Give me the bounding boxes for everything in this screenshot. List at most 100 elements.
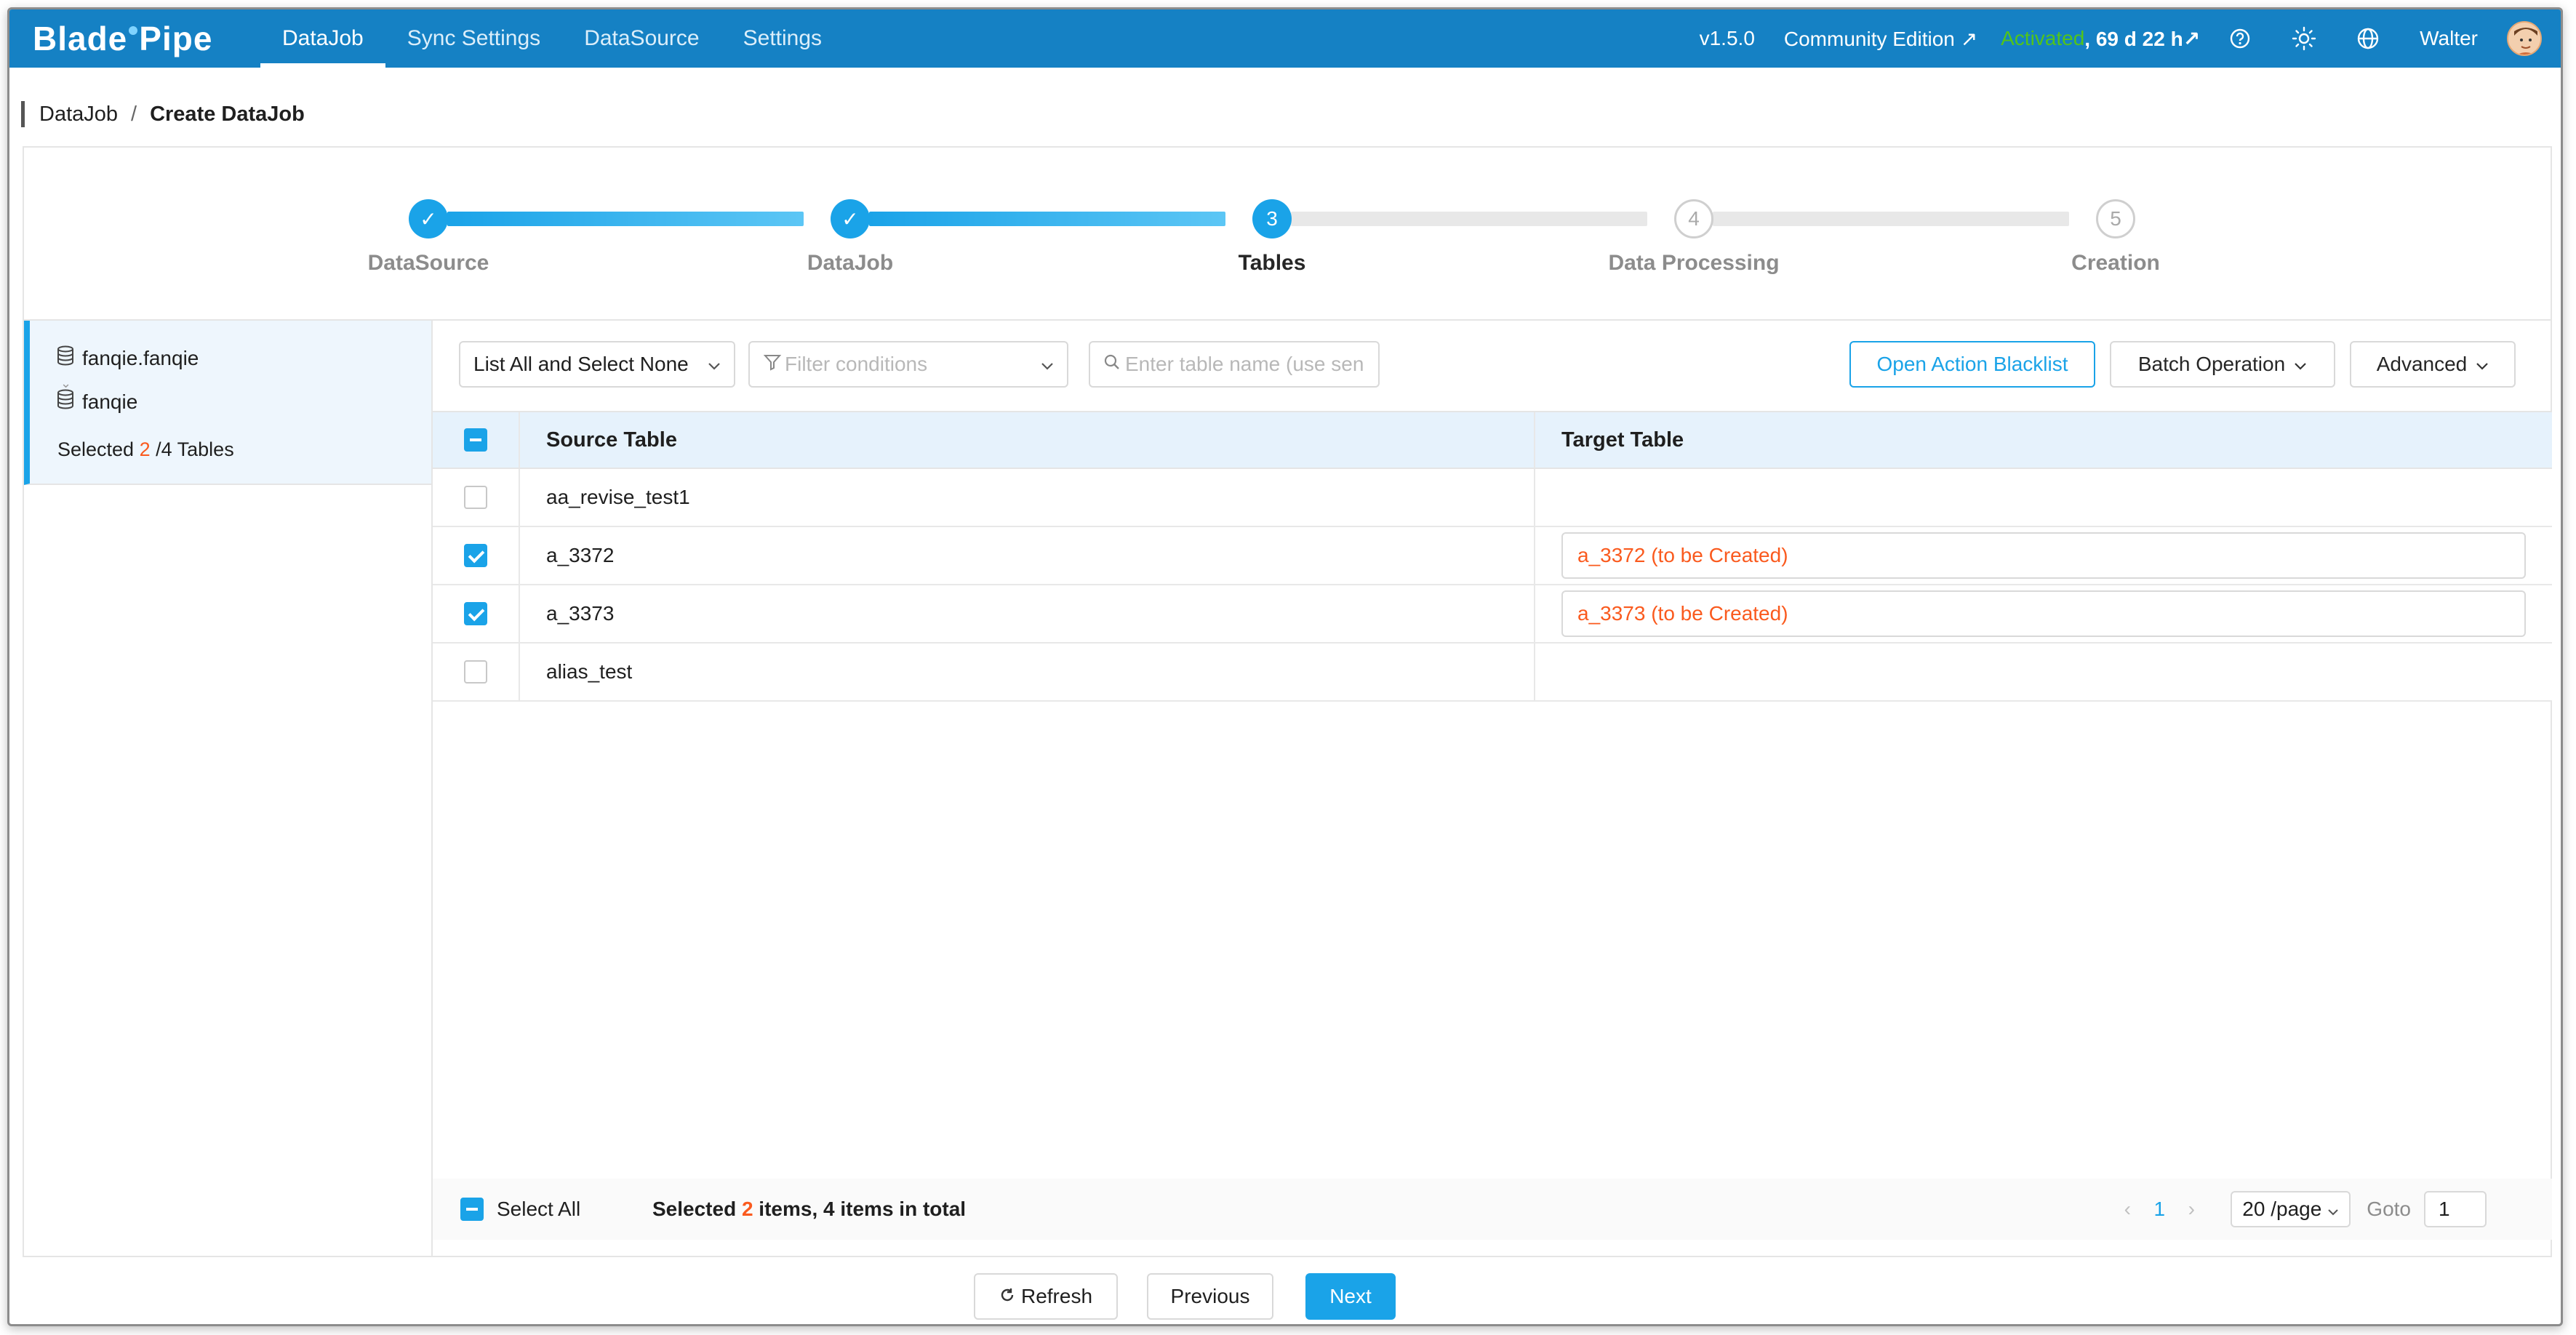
- table-header: Source Table Target Table: [433, 412, 2552, 469]
- nav-right: v1.5.0 Community Edition ↗ Activated , 6…: [1700, 9, 2561, 68]
- select-all-checkbox[interactable]: [460, 1198, 484, 1221]
- target-table-input[interactable]: a_3372 (to be Created): [1561, 532, 2526, 579]
- target-schema-row: fanqie: [56, 389, 137, 414]
- nav-menu: DataJob Sync Settings DataSource Setting…: [260, 9, 844, 68]
- create-datajob-panel: ✓ ✓ 3 4 5 DataSource DataJob Tables Data…: [23, 146, 2552, 1257]
- database-icon: [56, 345, 75, 371]
- step-3-marker: 3: [1252, 199, 1292, 238]
- row-checkbox[interactable]: [464, 486, 487, 509]
- app-window: Blade Pipe DataJob Sync Settings DataSour…: [7, 7, 2563, 1326]
- help-icon[interactable]: [2228, 26, 2252, 51]
- prev-page-icon[interactable]: ‹: [2113, 1198, 2142, 1221]
- select-all-header-checkbox[interactable]: [464, 428, 487, 452]
- target-table-cell: a_3373 (to be Created): [1535, 585, 2552, 642]
- source-table-cell: aa_revise_test1: [520, 469, 1535, 526]
- page-size-select[interactable]: 20 /page: [2231, 1191, 2351, 1227]
- target-table-cell: [1535, 644, 2552, 700]
- breadcrumb-current: Create DataJob: [150, 102, 305, 126]
- next-button[interactable]: Next: [1305, 1273, 1396, 1320]
- license-days-link[interactable]: , 69 d 22 h↗: [2084, 27, 2200, 51]
- row-checkbox-cell: [433, 585, 520, 642]
- advanced-button[interactable]: Advanced: [2350, 341, 2516, 388]
- step-2-check-icon: ✓: [831, 199, 870, 238]
- nav-item-sync-settings[interactable]: Sync Settings: [385, 9, 562, 68]
- target-schema-name: fanqie: [82, 390, 138, 413]
- breadcrumb-bar: [21, 101, 25, 127]
- select-all-control[interactable]: Select All: [460, 1198, 580, 1221]
- next-page-icon[interactable]: ›: [2177, 1198, 2206, 1221]
- step-progress: ✓ ✓ 3 4 5 DataSource DataJob Tables Data…: [24, 148, 2551, 321]
- table-row[interactable]: a_3372 a_3372 (to be Created): [433, 527, 2552, 585]
- filter-icon: [763, 353, 782, 377]
- logo-text-a: Blade: [33, 20, 128, 57]
- source-table-cell: a_3373: [520, 585, 1535, 642]
- table-row[interactable]: aa_revise_test1: [433, 469, 2552, 527]
- nav-item-datajob[interactable]: DataJob: [260, 9, 385, 68]
- row-checkbox[interactable]: [464, 602, 487, 625]
- select-all-label: Select All: [497, 1198, 581, 1220]
- source-table-cell: a_3372: [520, 527, 1535, 584]
- summary-count: 2: [741, 1198, 753, 1220]
- chevron-down-icon: [1041, 353, 1054, 376]
- selection-summary: Selected 2 items, 4 items in total: [652, 1198, 966, 1221]
- row-checkbox-cell: [433, 469, 520, 526]
- table-row[interactable]: a_3373 a_3373 (to be Created): [433, 585, 2552, 644]
- step-5-marker: 5: [2096, 199, 2135, 238]
- target-table-input[interactable]: a_3373 (to be Created): [1561, 590, 2526, 637]
- breadcrumb: DataJob / Create DataJob: [21, 100, 305, 129]
- edition-link[interactable]: Community Edition ↗: [1784, 27, 1977, 51]
- bottom-actions: Refresh Previous Next: [9, 1263, 2561, 1324]
- schema-list-panel: fanqie.fanqie ⌄ fanqie Selected 2 /4 Tab…: [24, 321, 433, 1257]
- selected-prefix: Selected: [57, 438, 140, 460]
- search-icon: [1103, 353, 1121, 376]
- chevron-down-icon: [708, 353, 721, 376]
- nav-item-datasource[interactable]: DataSource: [562, 9, 721, 68]
- step-5-label: Creation: [2071, 251, 2160, 275]
- table-footer: Select All Selected 2 items, 4 items in …: [433, 1179, 2552, 1240]
- language-globe-icon[interactable]: [2356, 26, 2380, 51]
- step-4-label: Data Processing: [1608, 251, 1780, 275]
- breadcrumb-root[interactable]: DataJob: [39, 103, 118, 127]
- row-checkbox-cell: [433, 644, 520, 700]
- page-size-value: 20 /page: [2242, 1198, 2322, 1220]
- row-checkbox[interactable]: [464, 544, 487, 567]
- selected-tables-count: Selected 2 /4 Tables: [57, 438, 234, 461]
- step-connector-3: [1291, 212, 1647, 226]
- table-name-search-input[interactable]: Enter table name (use sen: [1089, 341, 1380, 388]
- source-schema-row: fanqie.fanqie: [56, 345, 199, 371]
- chevron-down-icon: [2294, 353, 2307, 376]
- step-3-label: Tables: [1238, 251, 1306, 275]
- source-table-header: Source Table: [520, 412, 1535, 468]
- selected-number: 2: [139, 438, 151, 460]
- user-avatar[interactable]: [2507, 21, 2542, 56]
- previous-button[interactable]: Previous: [1147, 1273, 1273, 1320]
- bladepipe-logo[interactable]: Blade Pipe: [33, 14, 212, 63]
- breadcrumb-separator: /: [131, 102, 137, 126]
- logo-text-b: Pipe: [139, 20, 213, 57]
- table-row[interactable]: alias_test: [433, 644, 2552, 702]
- page-number[interactable]: 1: [2142, 1198, 2177, 1221]
- step-4-marker: 4: [1674, 199, 1713, 238]
- schema-mapping-card[interactable]: fanqie.fanqie ⌄ fanqie Selected 2 /4 Tab…: [24, 321, 431, 485]
- target-table-cell: a_3372 (to be Created): [1535, 527, 2552, 584]
- list-select-dropdown[interactable]: List All and Select None: [459, 341, 735, 388]
- tables-table: Source Table Target Table aa_revise_test…: [433, 411, 2552, 702]
- user-name[interactable]: Walter: [2420, 27, 2478, 50]
- batch-operation-button[interactable]: Batch Operation: [2110, 341, 2335, 388]
- nav-item-settings[interactable]: Settings: [721, 9, 844, 68]
- filter-conditions-select[interactable]: Filter conditions: [748, 341, 1068, 388]
- step-1-check-icon: ✓: [409, 199, 448, 238]
- row-checkbox[interactable]: [464, 660, 487, 683]
- selected-suffix: /4 Tables: [150, 438, 234, 460]
- theme-sun-icon[interactable]: [2292, 26, 2316, 51]
- version-label: v1.5.0: [1699, 27, 1755, 49]
- goto-page-input[interactable]: 1: [2424, 1191, 2487, 1227]
- table-selection-area: List All and Select None Filter conditio…: [433, 321, 2552, 1257]
- database-icon: [56, 389, 75, 414]
- refresh-button[interactable]: Refresh: [974, 1273, 1118, 1320]
- source-table-cell: alias_test: [520, 644, 1535, 700]
- table-toolbar: List All and Select None Filter conditio…: [433, 321, 2552, 411]
- search-placeholder: Enter table name (use sen: [1125, 353, 1364, 375]
- open-action-blacklist-button[interactable]: Open Action Blacklist: [1849, 341, 2095, 388]
- source-schema-name: fanqie.fanqie: [82, 346, 199, 369]
